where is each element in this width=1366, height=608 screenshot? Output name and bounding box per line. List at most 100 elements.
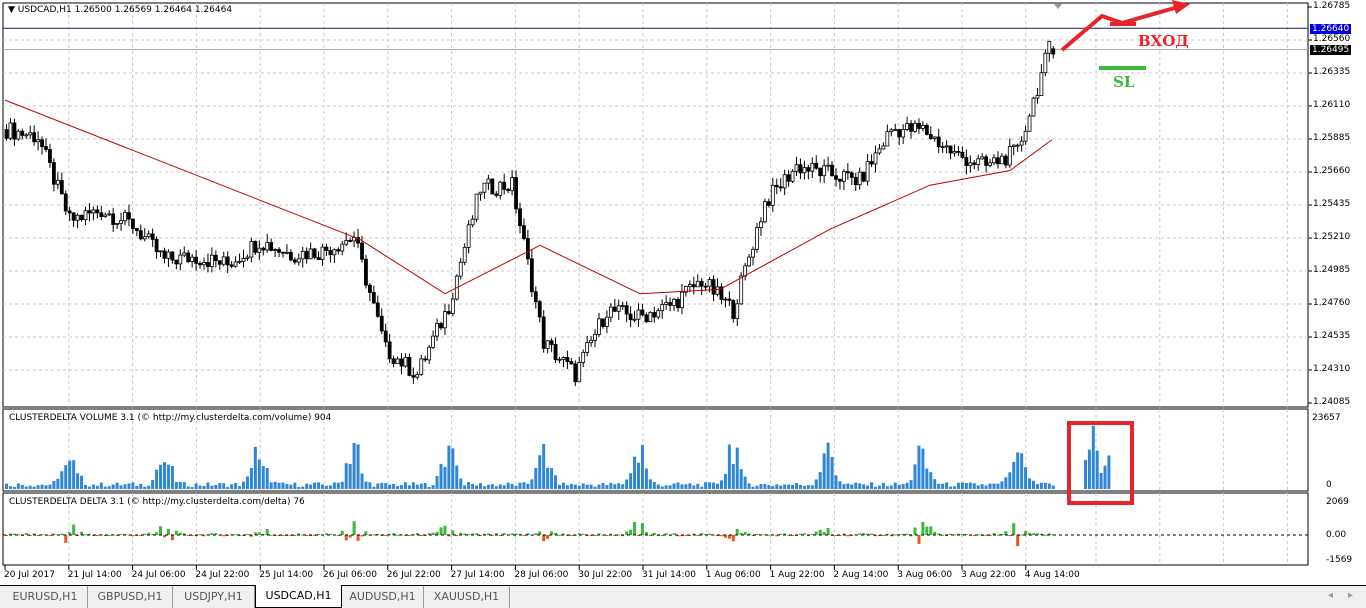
- bear-candle: [897, 129, 902, 138]
- volume-bar: [660, 486, 664, 489]
- bear-candle: [206, 261, 210, 267]
- bear-candle: [439, 323, 443, 329]
- bull-candle: [944, 145, 949, 148]
- volume-bar: [186, 486, 190, 489]
- delta-bar: [60, 533, 64, 535]
- bull-candle: [790, 170, 795, 182]
- volume-bar: [435, 476, 439, 489]
- bull-candle: [435, 323, 439, 337]
- volume-bar: [313, 482, 317, 489]
- volume-bar: [921, 448, 925, 489]
- price-tick-label: 1.25660: [1313, 166, 1351, 176]
- volume-bar: [945, 482, 949, 489]
- bull-candle: [415, 374, 420, 378]
- volume-bar: [538, 455, 542, 489]
- price-tick-label: 1.24535: [1313, 331, 1351, 341]
- tab-gbpusd[interactable]: GBPUSD,H1: [88, 586, 173, 608]
- volume-bar: [664, 485, 668, 489]
- stop-loss-annotation: SL: [1113, 73, 1135, 91]
- volume-bar: [802, 485, 806, 489]
- volume-bar: [502, 485, 506, 489]
- delta-bar: [546, 535, 550, 539]
- volume-bar: [28, 485, 32, 489]
- bull-candle: [478, 191, 483, 195]
- delta-bar: [340, 530, 344, 535]
- volume-bar: [629, 473, 633, 489]
- volume-bar: [834, 475, 838, 489]
- bull-candle: [221, 256, 226, 265]
- volume-bar: [419, 483, 423, 489]
- bear-candle: [612, 306, 617, 312]
- tab-audusd[interactable]: AUDUSD,H1: [342, 586, 424, 608]
- volume-bar: [301, 486, 305, 489]
- time-tick-label: 2 Aug 14:00: [833, 570, 889, 580]
- volume-bar: [830, 456, 834, 489]
- volume-bar: [443, 466, 447, 489]
- bull-candle: [695, 280, 700, 288]
- bull-candle: [1031, 97, 1036, 117]
- bear-candle: [336, 249, 341, 252]
- bear-candle: [573, 363, 578, 383]
- volume-bar: [265, 467, 269, 489]
- volume-bar: [708, 482, 712, 489]
- scroll-right-icon[interactable]: ▸: [1348, 590, 1353, 601]
- volume-bar: [380, 482, 384, 489]
- bear-candle: [727, 298, 732, 301]
- bear-candle: [407, 357, 412, 376]
- volume-bar: [222, 483, 226, 489]
- volume-bar: [60, 471, 64, 489]
- bull-candle: [921, 124, 925, 129]
- bear-candle: [379, 315, 384, 332]
- collapse-triangle-icon[interactable]: ▼: [8, 5, 15, 15]
- volume-bar: [518, 482, 522, 489]
- tab-eurusd[interactable]: EURUSD,H1: [3, 586, 88, 608]
- volume-bar: [644, 468, 648, 489]
- volume-bar: [459, 478, 463, 489]
- volume-bar: [1047, 483, 1051, 489]
- bear-candle: [269, 242, 274, 251]
- entry-annotation: ВХОД: [1138, 32, 1189, 50]
- bear-candle: [699, 280, 704, 287]
- bear-candle: [162, 250, 167, 259]
- time-tick-label: 24 Jul 22:00: [195, 570, 250, 580]
- volume-bar: [775, 484, 779, 489]
- volume-bar: [131, 482, 135, 489]
- entry-level-mark: [1110, 22, 1136, 26]
- volume-bar: [759, 484, 763, 489]
- bear-candle: [1051, 48, 1056, 55]
- bull-candle: [561, 357, 566, 360]
- bull-candle: [802, 167, 807, 174]
- bull-candle: [1043, 52, 1048, 74]
- bear-candle: [87, 210, 92, 214]
- volume-bar: [281, 482, 285, 489]
- bear-candle: [644, 314, 649, 323]
- volume-bar: [482, 486, 486, 489]
- volume-bar: [992, 483, 996, 489]
- tab-usdjpy[interactable]: USDJPY,H1: [173, 586, 255, 608]
- volume-bar: [763, 483, 767, 489]
- chart-tabs: EURUSD,H1 GBPUSD,H1 USDJPY,H1 USDCAD,H1 …: [0, 585, 1366, 608]
- volume-bar: [731, 464, 735, 489]
- volume-bar: [234, 483, 238, 489]
- bear-candle: [360, 242, 364, 260]
- price-tick-label: 1.26560: [1313, 34, 1351, 44]
- bull-candle: [8, 122, 13, 139]
- tab-xauusd[interactable]: XAUUSD,H1: [424, 586, 510, 608]
- volume-bar: [933, 479, 937, 489]
- bull-candle: [976, 158, 981, 165]
- scroll-left-icon[interactable]: ◂: [1328, 590, 1333, 601]
- bear-candle: [731, 300, 736, 320]
- delta-bar: [245, 534, 249, 536]
- volume-bar: [937, 483, 941, 489]
- volume-bar: [617, 483, 621, 489]
- bull-candle: [605, 316, 609, 327]
- volume-bar: [95, 485, 99, 489]
- delta-bar: [356, 535, 360, 541]
- bull-candle: [24, 134, 29, 137]
- volume-bar: [648, 479, 652, 489]
- tab-usdcad[interactable]: USDCAD,H1: [255, 585, 342, 608]
- bear-candle: [138, 230, 143, 240]
- bear-candle: [375, 302, 380, 317]
- volume-bar: [182, 482, 186, 489]
- volume-bar: [561, 482, 565, 489]
